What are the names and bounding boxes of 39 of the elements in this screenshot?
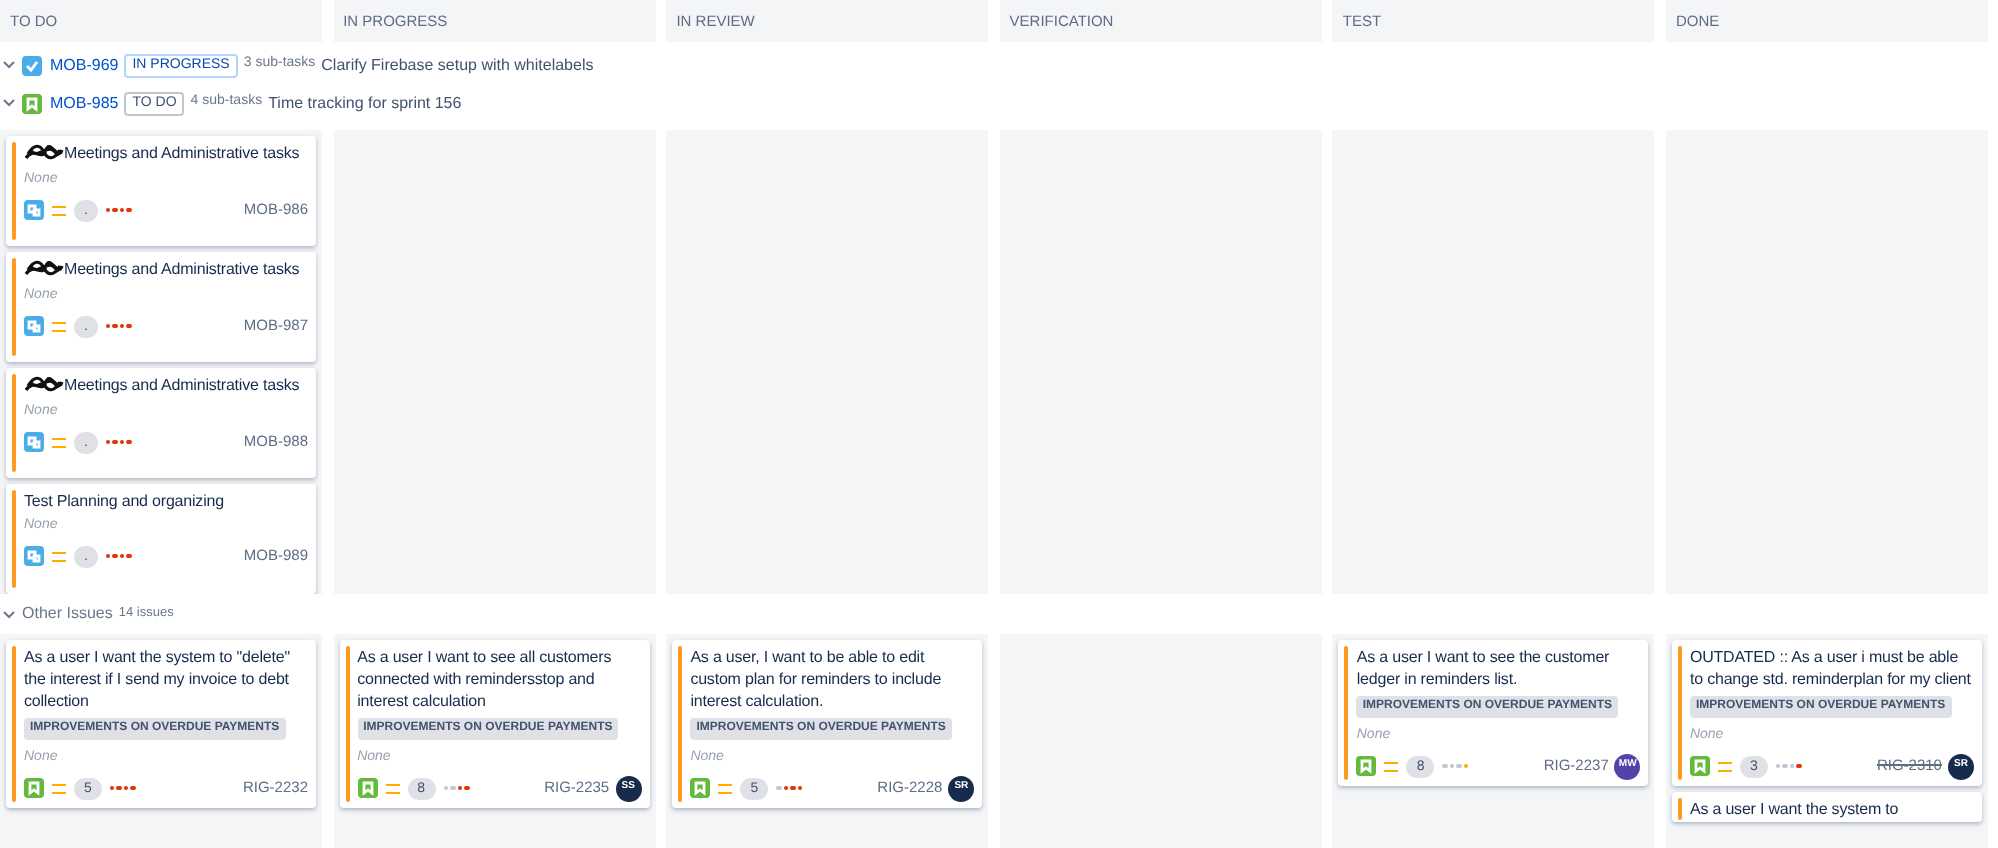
subtask-icon (24, 432, 44, 452)
subtask-icon (24, 546, 44, 566)
priority-icon (52, 551, 66, 561)
issue-key[interactable]: MOB-969 (50, 53, 119, 77)
issue-summary[interactable]: Time tracking for sprint 156 (268, 91, 462, 115)
subtask-icon (24, 316, 44, 336)
card-summary: As a user I want the system to "delete" the interest if I send my invoice to debt collection (24, 646, 292, 712)
chevron-icon[interactable] (2, 60, 16, 70)
priority-icon (52, 205, 66, 215)
card-summary: OUTDATED :: As a user i must be able to change std. reminderplan for my client (1689, 646, 1973, 690)
bookmark-icon (22, 93, 42, 113)
checkbox-icon (22, 55, 42, 75)
chevron-icon[interactable] (2, 609, 16, 619)
swimlane-title[interactable]: Other Issues (22, 602, 113, 626)
issue-key[interactable]: MOB-985 (50, 91, 119, 115)
card-summary: Meetings and Administrative tasks (64, 374, 300, 396)
bookmark-icon (357, 778, 378, 798)
card-summary: As a user I want to see the customer ledger in reminders list. (1356, 646, 1612, 690)
chevron-icon[interactable] (2, 98, 16, 108)
priority-icon (52, 783, 66, 793)
card-summary: As a user I want the system to (1689, 797, 1899, 819)
bookmark-icon (24, 778, 44, 798)
bookmark-icon (1356, 756, 1377, 776)
priority-icon (385, 783, 400, 793)
priority-icon (52, 437, 66, 447)
bookmark-icon (1689, 756, 1710, 776)
subtask-icon (24, 200, 44, 220)
issue-card[interactable]: As a user I want the system to (1671, 791, 1982, 821)
priority-icon (718, 783, 733, 793)
bookmark-icon (690, 778, 711, 798)
card-summary: As a user I want to see all customers connected with remindersstop and interest calculation (357, 646, 614, 712)
card-summary: As a user, I want to be able to edit custom plan for reminders to include interest calculation. (690, 646, 944, 712)
priority-icon (1384, 761, 1399, 771)
card-summary: Test Planning and organizing (24, 490, 224, 512)
card-summary: Meetings and Administrative tasks (64, 258, 300, 280)
card-summary: Meetings and Administrative tasks (64, 142, 300, 164)
priority-icon (1717, 761, 1732, 771)
priority-icon (52, 321, 66, 331)
issue-summary[interactable]: Clarify Firebase setup with whitelabels (321, 53, 594, 77)
